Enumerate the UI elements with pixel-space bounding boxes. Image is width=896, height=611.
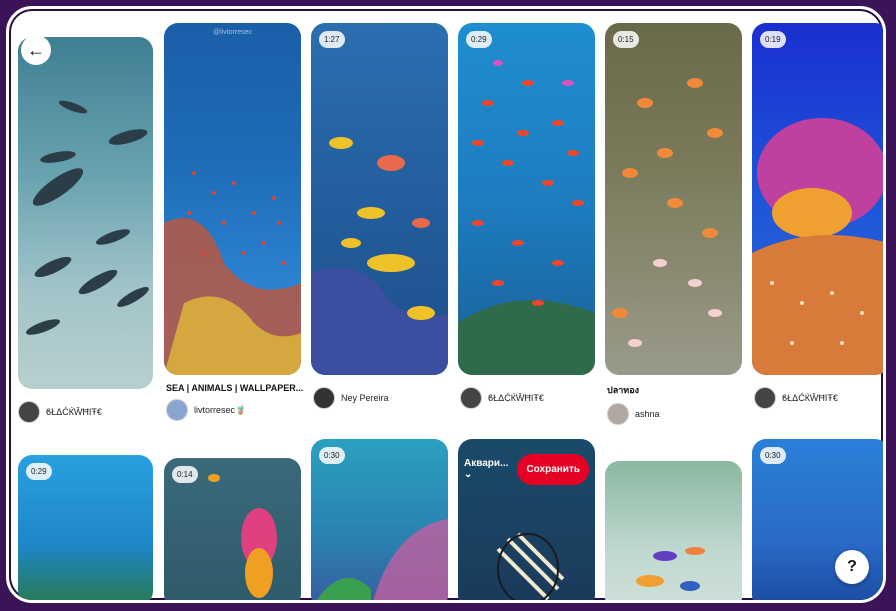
avatar (754, 387, 776, 409)
avatar (313, 387, 335, 409)
pin-video-goldfish[interactable]: 0:15 (605, 23, 742, 375)
pin-aquarium-board[interactable]: Аквари... ⌄ Сохранить (458, 439, 595, 600)
help-button[interactable]: ? (835, 550, 869, 584)
yellow-fish-illustration (311, 137, 448, 375)
pin-image-dolphins[interactable] (18, 37, 153, 389)
pin-author[interactable]: ϐŁΔĆЌŴĦΙŦ€ (18, 401, 102, 423)
pin-author[interactable]: Ney Pereira (313, 387, 389, 409)
pin-author[interactable]: ashna (607, 403, 660, 425)
pin-video-blue-reef[interactable]: 0:30 (752, 439, 883, 600)
anemone-illustration (752, 118, 883, 375)
pin-author[interactable]: ϐŁΔĆЌŴĦΙŦ€ (754, 387, 838, 409)
avatar (18, 401, 40, 423)
angelfish-illustration (496, 532, 565, 600)
pin-meta-4: ϐŁΔĆЌŴĦΙŦ€ (460, 387, 544, 409)
author-name: ϐŁΔĆЌŴĦΙŦ€ (46, 407, 102, 417)
pin-video-anemone[interactable]: 0:19 (752, 23, 883, 375)
pin-title[interactable]: SEA | ANIMALS | WALLPAPER... (166, 383, 303, 393)
avatar (607, 403, 629, 425)
anthias-illustration (458, 60, 595, 375)
pin-video-reef-blue[interactable]: 0:29 (18, 455, 153, 600)
pin-image-coral-reef[interactable]: @livtorresec (164, 23, 301, 375)
video-duration-badge: 0:30 (760, 447, 786, 464)
author-name: ϐŁΔĆЌŴĦΙŦ€ (782, 393, 838, 403)
app-frame: ← ϐŁΔĆЌŴĦΙŦ€ @livtorresec SEA | ANIMALS … (6, 6, 886, 603)
pin-video-tropical-fish[interactable]: 0:14 (164, 458, 301, 600)
pin-meta-6: ϐŁΔĆЌŴĦΙŦ€ (754, 387, 838, 409)
pin-video-anthias[interactable]: 0:29 (458, 23, 595, 375)
coral-illustration (164, 171, 301, 375)
pin-video-reef-lagoon[interactable]: 0:30 (311, 439, 448, 600)
pin-title[interactable]: ปลาทอง (607, 383, 660, 397)
back-arrow-icon[interactable]: ← (21, 35, 51, 65)
video-duration-badge: 0:29 (26, 463, 52, 480)
pin-author[interactable]: ϐŁΔĆЌŴĦΙŦ€ (460, 387, 544, 409)
pin-meta-2: SEA | ANIMALS | WALLPAPER... livtorresec… (166, 383, 303, 421)
goldfish-illustration (612, 78, 723, 347)
tropical-fish-illustration (208, 474, 277, 598)
aquarium-fish-illustration (636, 547, 705, 591)
pin-aquarium-fish[interactable] (605, 461, 742, 600)
pin-author[interactable]: livtorresec🧋 (166, 399, 301, 421)
lagoon-illustration (316, 519, 448, 600)
avatar (460, 387, 482, 409)
author-name: ashna (635, 409, 660, 419)
pin-meta-1: ϐŁΔĆЌŴĦΙŦ€ (18, 401, 102, 423)
pin-meta-5: ปลาทอง ashna (607, 383, 660, 425)
pin-video-yellow-fish[interactable]: 1:27 (311, 23, 448, 375)
avatar (166, 399, 188, 421)
author-name: Ney Pereira (341, 393, 389, 403)
author-name: livtorresec🧋 (194, 404, 247, 415)
author-name: ϐŁΔĆЌŴĦΙŦ€ (488, 393, 544, 403)
dolphins-illustration (25, 100, 149, 335)
pin-meta-3: Ney Pereira (313, 387, 389, 409)
